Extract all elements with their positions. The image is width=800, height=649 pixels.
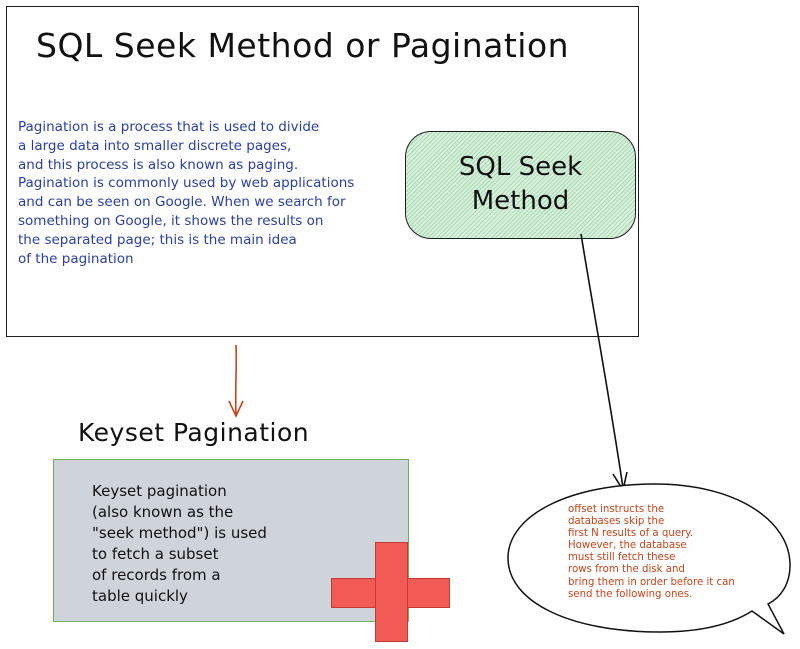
offset-note: offset instructs the databases skip the …	[568, 504, 735, 600]
down-arrow	[234, 344, 238, 415]
seek-to-note-arrow	[580, 233, 624, 489]
